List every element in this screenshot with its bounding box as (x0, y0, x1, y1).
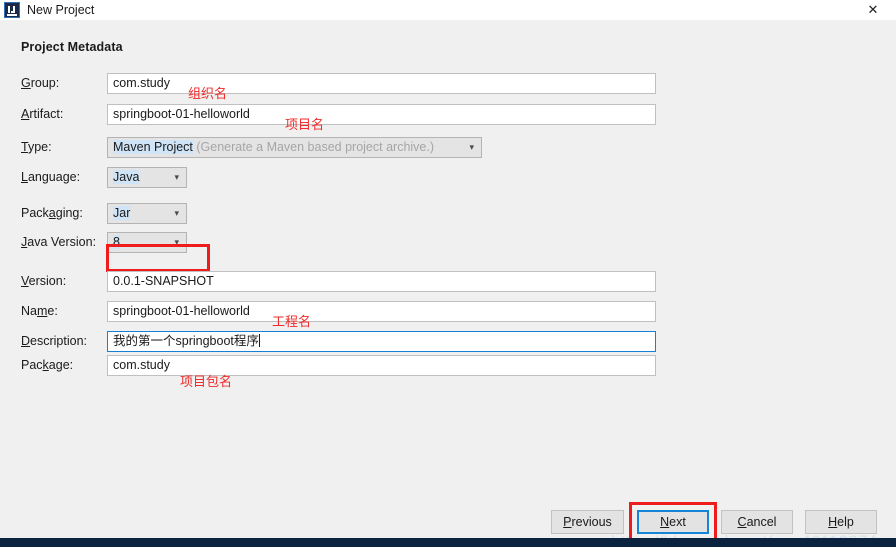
chevron-down-icon: ▾ (174, 173, 179, 183)
form-row-java-version: Java Version: 8 ▾ (0, 232, 896, 253)
label-package: Package: (21, 358, 74, 372)
text-caret (258, 334, 260, 347)
dialog-button-bar: Previous Next Cancel Help (0, 510, 896, 536)
type-select-value: Maven Project (113, 140, 193, 154)
window-title: New Project (27, 3, 95, 17)
java-version-select-value: 8 (113, 235, 120, 249)
annotation-artifact: 项目名 (285, 118, 325, 133)
label-group: Group: (21, 76, 60, 90)
next-button[interactable]: Next (637, 510, 709, 534)
language-select[interactable]: Java ▾ (107, 167, 187, 188)
form-row-type: Type: Maven Project (Generate a Maven ba… (0, 137, 896, 158)
chevron-down-icon: ▾ (469, 143, 474, 153)
bottom-accent-bar (0, 538, 896, 547)
name-input[interactable]: springboot-01-helloworld (107, 301, 656, 322)
label-name: Name: (21, 304, 58, 318)
previous-button[interactable]: Previous (551, 510, 624, 534)
version-input[interactable]: 0.0.1-SNAPSHOT (107, 271, 656, 292)
intellij-idea-icon (4, 2, 20, 18)
label-language: Language: (21, 170, 81, 184)
language-select-value: Java (113, 170, 140, 184)
packaging-select-value: Jar (113, 206, 131, 220)
chevron-down-icon: ▾ (174, 238, 179, 248)
dialog-content: Project Metadata Group: com.study 组织名 Ar… (0, 20, 896, 547)
chevron-down-icon: ▾ (174, 209, 179, 219)
cancel-button[interactable]: Cancel (721, 510, 793, 534)
description-input[interactable]: 我的第一个springboot程序 (107, 331, 656, 352)
title-bar: New Project ✕ (0, 0, 896, 20)
artifact-input[interactable]: springboot-01-helloworld (107, 104, 656, 125)
form-row-name: Name: springboot-01-helloworld (0, 301, 896, 322)
label-artifact: Artifact: (21, 107, 64, 121)
form-row-version: Version: 0.0.1-SNAPSHOT (0, 271, 896, 292)
label-description: Description: (21, 334, 88, 348)
label-type: Type: (21, 140, 52, 154)
java-version-select[interactable]: 8 ▾ (107, 232, 187, 253)
description-input-value: 我的第一个springboot程序 (113, 334, 259, 348)
page-title: Project Metadata (21, 40, 123, 54)
label-java-version: Java Version: (21, 235, 97, 249)
help-button[interactable]: Help (805, 510, 877, 534)
form-row-group: Group: com.study (0, 73, 896, 94)
form-row-package: Package: com.study (0, 355, 896, 376)
annotation-name: 工程名 (272, 315, 312, 330)
type-select[interactable]: Maven Project (Generate a Maven based pr… (107, 137, 482, 158)
close-icon[interactable]: ✕ (850, 0, 896, 20)
label-packaging: Packaging: (21, 206, 83, 220)
form-row-description: Description: 我的第一个springboot程序 (0, 331, 896, 352)
annotation-group: 组织名 (188, 87, 228, 102)
form-row-language: Language: Java ▾ (0, 167, 896, 188)
annotation-package: 项目包名 (180, 375, 233, 390)
label-version: Version: (21, 274, 67, 288)
packaging-select[interactable]: Jar ▾ (107, 203, 187, 224)
form-row-packaging: Packaging: Jar ▾ (0, 203, 896, 224)
new-project-dialog: New Project ✕ Project Metadata Group: co… (0, 0, 896, 547)
type-select-hint: (Generate a Maven based project archive.… (196, 140, 435, 154)
form-row-artifact: Artifact: springboot-01-helloworld (0, 104, 896, 125)
